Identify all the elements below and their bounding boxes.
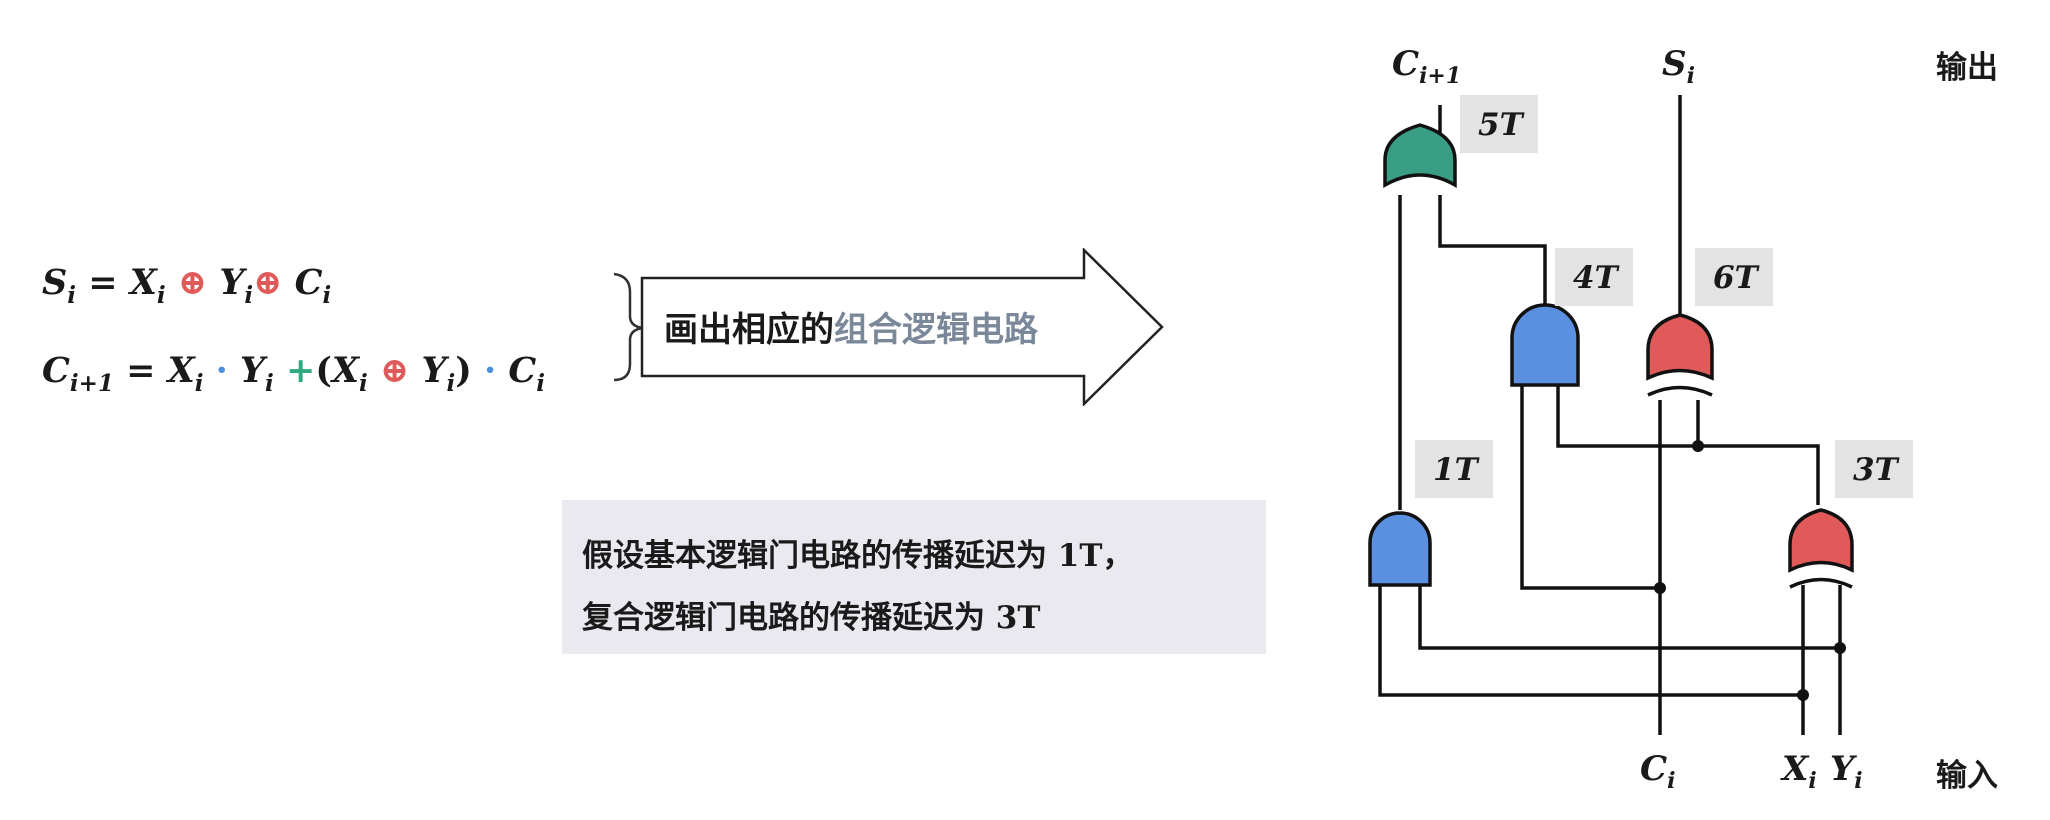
input-tag: 输入 <box>1936 758 1998 794</box>
adder-circuit: 5T 4T 6T 1T 3T Ci+1 Si Ci Xi Yi <box>1368 44 1913 794</box>
output-tag: 输出 <box>1936 50 1998 86</box>
input-c-sub: i <box>1667 768 1675 794</box>
input-x-label: Xi <box>1780 749 1817 794</box>
or-gate-icon <box>1383 123 1457 189</box>
xor-gate-icon <box>1646 313 1714 397</box>
xor-gate-icon <box>1788 508 1854 589</box>
delay-label-xor-top: 6T <box>1713 260 1760 296</box>
input-c-base: C <box>1640 749 1667 789</box>
output-carry-base: C <box>1392 44 1419 84</box>
delay-label-or: 5T <box>1478 107 1525 143</box>
and-gate-icon <box>1368 511 1432 587</box>
delay-label-and-top: 4T <box>1573 260 1620 296</box>
output-sum-label: Si <box>1662 44 1695 89</box>
input-y-sub: i <box>1854 768 1862 794</box>
and-gate-icon <box>1510 303 1580 387</box>
output-carry-label: Ci+1 <box>1392 44 1461 89</box>
delay-label-and-bottom: 1T <box>1433 452 1480 488</box>
wires <box>1378 95 1842 735</box>
delay-label-xor-bottom: 3T <box>1853 452 1900 488</box>
output-sum-base: S <box>1662 44 1687 84</box>
input-x-sub: i <box>1808 768 1816 794</box>
output-sum-sub: i <box>1687 63 1695 89</box>
input-x-base: X <box>1780 749 1810 789</box>
input-y-base: Y <box>1830 749 1857 789</box>
input-c-label: Ci <box>1640 749 1675 794</box>
output-carry-sub: i+1 <box>1419 63 1461 89</box>
input-y-label: Yi <box>1830 749 1863 794</box>
